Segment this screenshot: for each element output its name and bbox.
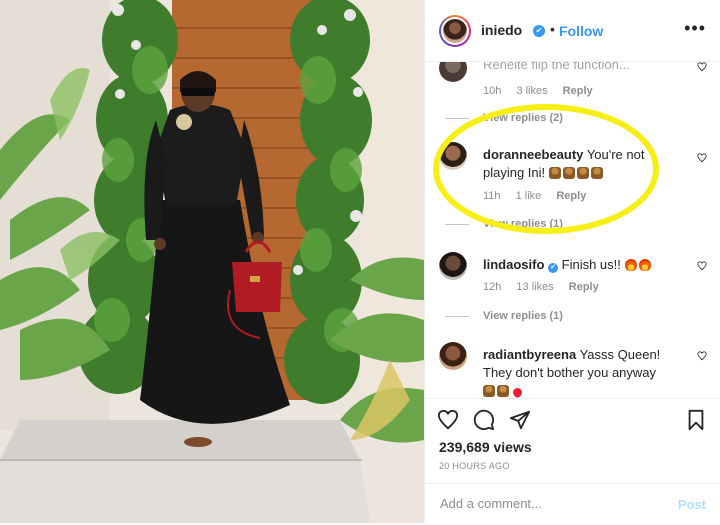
- comment-item: lindaosifo ✔ Finish us!! 12h 13 likes Re…: [439, 252, 707, 302]
- instagram-post: iniedo ✔ • Follow ••• Rehelte flip the f…: [0, 0, 720, 523]
- comment-item: doranneebeauty You're not playing Ini! 1…: [439, 142, 707, 202]
- add-comment-bar: Post: [425, 483, 720, 525]
- like-heart-icon[interactable]: [697, 153, 707, 163]
- view-replies-button[interactable]: View replies (2): [483, 112, 563, 124]
- raised-hands-icon: [562, 167, 575, 179]
- comment-likes[interactable]: 3 likes: [516, 85, 547, 97]
- comment-meta: 10h 3 likes Reply: [483, 85, 605, 97]
- red-heart-icon: [511, 386, 524, 398]
- comment-meta: 12h 13 likes Reply: [483, 281, 611, 293]
- commenter-avatar[interactable]: [439, 62, 467, 82]
- comment-time: 11h: [483, 190, 501, 202]
- raised-hands-icon: [497, 385, 509, 397]
- like-heart-icon[interactable]: [697, 62, 707, 72]
- like-heart-icon[interactable]: [697, 261, 707, 271]
- comment-username[interactable]: lindaosifo: [483, 257, 544, 272]
- comment-time: 12h: [483, 281, 502, 293]
- reply-button[interactable]: Reply: [563, 85, 593, 97]
- view-replies-button[interactable]: View replies (1): [483, 310, 563, 322]
- post-header: iniedo ✔ • Follow •••: [425, 0, 720, 62]
- post-actions: 239,689 views 20 HOURS AGO Post: [425, 398, 720, 524]
- reply-button[interactable]: Reply: [556, 190, 586, 202]
- post-timestamp[interactable]: 20 HOURS AGO: [439, 461, 510, 471]
- commenter-avatar[interactable]: [439, 342, 467, 370]
- comment-username[interactable]: doranneebeauty: [483, 147, 583, 162]
- comment-username[interactable]: radiantbyreena: [483, 347, 576, 362]
- verified-icon: ✔: [548, 263, 559, 273]
- fire-icon: [638, 259, 651, 271]
- share-icon[interactable]: [509, 409, 531, 431]
- more-icon[interactable]: •••: [684, 18, 706, 39]
- author-avatar[interactable]: [439, 15, 471, 47]
- comment-text: Finish us!!: [561, 257, 621, 272]
- verified-icon: ✔: [533, 25, 545, 37]
- comment-item: Rehelte flip the function... 10h 3 likes…: [439, 62, 707, 114]
- raised-hands-icon: [576, 167, 589, 179]
- comment-likes[interactable]: 13 likes: [516, 281, 553, 293]
- comment-time: 10h: [483, 85, 502, 97]
- comment-likes[interactable]: 1 like: [516, 190, 542, 202]
- bookmark-icon[interactable]: [685, 409, 707, 431]
- comment-item: radiantbyreena Yasss Queen! They don't b…: [439, 342, 707, 398]
- commenter-avatar[interactable]: [439, 142, 467, 170]
- like-heart-icon[interactable]: [697, 351, 707, 361]
- raised-hands-icon: [590, 167, 603, 179]
- post-side-panel: iniedo ✔ • Follow ••• Rehelte flip the f…: [424, 0, 720, 523]
- view-replies-button[interactable]: View replies (1): [483, 218, 563, 230]
- views-count[interactable]: 239,689 views: [439, 439, 532, 455]
- comment-icon[interactable]: [473, 409, 495, 431]
- raised-hands-icon: [548, 167, 561, 179]
- comments-list[interactable]: Rehelte flip the function... 10h 3 likes…: [425, 62, 720, 398]
- fire-icon: [624, 259, 637, 271]
- post-photo[interactable]: [0, 0, 424, 523]
- author-username[interactable]: iniedo: [481, 22, 522, 38]
- reply-button[interactable]: Reply: [569, 281, 599, 293]
- follow-button[interactable]: Follow: [559, 23, 603, 39]
- raised-hands-icon: [483, 385, 495, 397]
- separator-dot: •: [550, 21, 555, 37]
- add-comment-input[interactable]: [438, 495, 662, 512]
- post-comment-button[interactable]: Post: [678, 497, 706, 512]
- commenter-avatar[interactable]: [439, 252, 467, 280]
- photo-illustration: [0, 0, 424, 523]
- heart-icon[interactable]: [437, 409, 459, 431]
- comment-text: Rehelte flip the function...: [483, 62, 630, 72]
- comment-meta: 11h 1 like Reply: [483, 190, 598, 202]
